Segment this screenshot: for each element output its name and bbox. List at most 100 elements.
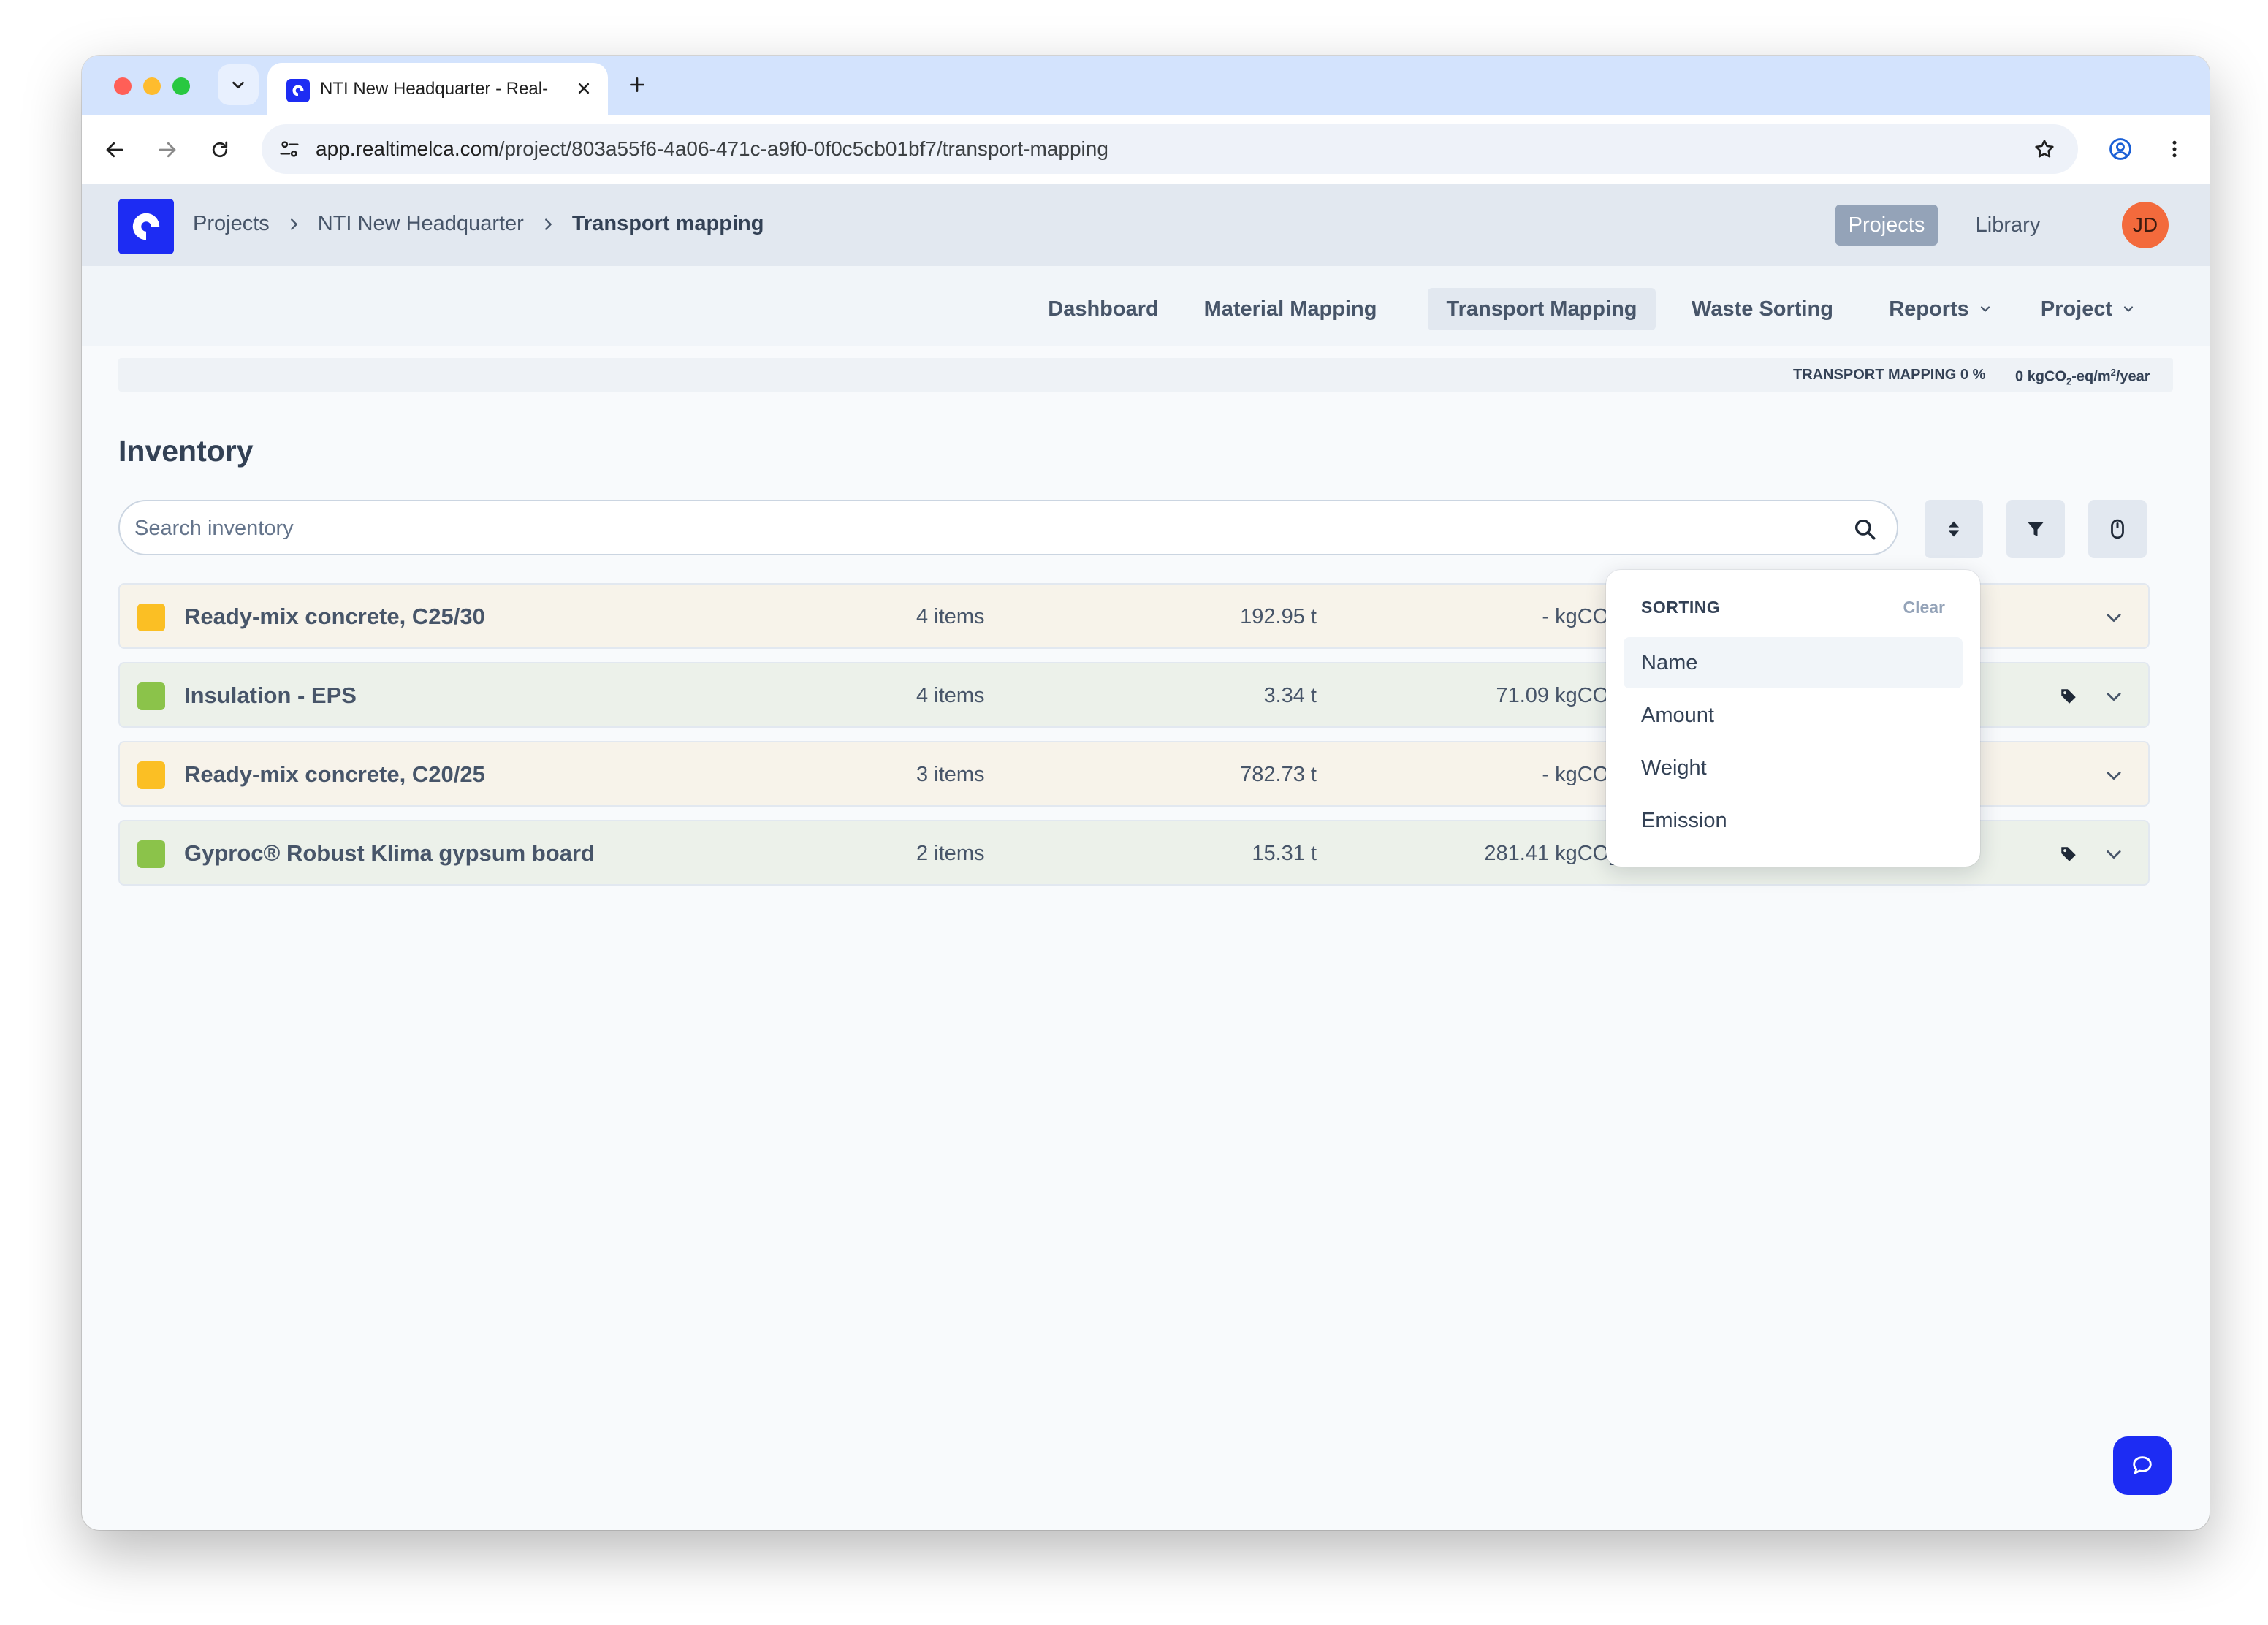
reload-icon <box>212 141 228 158</box>
row-emission-value: 71.09 kgCO <box>1496 684 1610 707</box>
account-icon <box>2109 138 2131 160</box>
chevron-right-icon <box>286 216 302 232</box>
sort-icon <box>1949 521 1959 537</box>
bookmark-button[interactable] <box>2030 134 2059 164</box>
browser-menu-button[interactable] <box>2158 133 2191 165</box>
clear-sorting-button[interactable]: Clear <box>1903 598 1945 617</box>
maximize-window-button[interactable] <box>172 77 190 95</box>
filter-button[interactable] <box>2006 500 2065 558</box>
row-name: Ready-mix concrete, C20/25 <box>184 761 485 787</box>
close-icon <box>578 83 590 94</box>
close-window-button[interactable] <box>114 77 132 95</box>
row-emission-value: - kgCO <box>1542 605 1610 628</box>
expand-button[interactable] <box>2101 763 2126 788</box>
new-tab-button[interactable] <box>623 70 652 99</box>
sort-option-emission[interactable]: Emission <box>1624 795 1963 846</box>
app-header: Projects NTI New Headquarter Transport m… <box>82 184 2210 266</box>
site-info-button[interactable] <box>276 136 302 162</box>
row-emission: - kgCO2 <box>1542 605 1615 631</box>
tab-material-mapping[interactable]: Material Mapping <box>1200 288 1381 330</box>
tab-transport-mapping-label: Transport Mapping <box>1446 297 1637 321</box>
transport-mapping-progress: TRANSPORT MAPPING 0 % <box>1793 367 1986 383</box>
tag-icon[interactable] <box>2058 843 2079 865</box>
emission-intensity: 0 kgCO2-eq/m2/year <box>2015 367 2150 387</box>
mouse-mode-button[interactable] <box>2088 500 2147 558</box>
status-swatch <box>137 682 165 710</box>
favicon-icon <box>286 79 310 102</box>
breadcrumb-project[interactable]: NTI New Headquarter <box>318 212 524 236</box>
project-nav: Dashboard Material Mapping Transport Map… <box>82 266 2210 346</box>
sorting-title: SORTING <box>1641 598 1721 617</box>
tab-strip: NTI New Headquarter - Real- <box>82 56 2210 115</box>
sort-option-weight[interactable]: Weight <box>1624 742 1963 794</box>
row-count: 2 items <box>916 842 985 865</box>
tab-search-button[interactable] <box>218 64 259 105</box>
chat-icon <box>2133 1456 2152 1474</box>
library-button[interactable]: Library <box>1957 205 2059 246</box>
unit-superscript: 2 <box>2110 367 2116 378</box>
tab-dashboard[interactable]: Dashboard <box>1039 288 1168 330</box>
tab-material-mapping-label: Material Mapping <box>1203 297 1377 321</box>
row-weight: 3.34 t <box>1263 684 1317 707</box>
arrow-right-icon <box>159 142 176 158</box>
avatar[interactable]: JD <box>2122 202 2169 248</box>
app-logo[interactable] <box>118 199 174 254</box>
tab-close-button[interactable] <box>573 77 595 99</box>
url-host: app.realtimelca.com <box>316 137 499 160</box>
emission-intensity-unit: kgCO <box>2027 368 2067 385</box>
breadcrumb-projects[interactable]: Projects <box>193 212 270 236</box>
row-emission: 71.09 kgCO2 <box>1496 684 1615 709</box>
row-weight: 782.73 t <box>1240 763 1317 786</box>
address-bar[interactable]: app.realtimelca.com/project/803a55f6-4a0… <box>262 124 2078 174</box>
search-input[interactable] <box>133 511 1816 545</box>
row-count: 4 items <box>916 605 985 628</box>
sorting-dropdown: SORTING Clear Name Amount Weight Emissio… <box>1606 570 1980 867</box>
chevron-right-icon <box>540 216 556 232</box>
tab-project[interactable]: Project <box>2030 288 2147 330</box>
expand-button[interactable] <box>2101 684 2126 709</box>
row-name: Gyproc® Robust Klima gypsum board <box>184 840 595 866</box>
chevron-down-icon <box>2121 302 2136 316</box>
tune-icon <box>280 141 299 157</box>
expand-button[interactable] <box>2101 842 2126 867</box>
minimize-window-button[interactable] <box>143 77 161 95</box>
row-emission: - kgCO2 <box>1542 763 1615 788</box>
progress-strip: TRANSPORT MAPPING 0 % 0 kgCO2-eq/m2/year <box>118 358 2173 392</box>
more-vertical-icon <box>2172 140 2177 158</box>
star-icon <box>2035 140 2054 158</box>
browser-tab-active[interactable]: NTI New Headquarter - Real- <box>267 63 608 115</box>
chevron-down-icon <box>232 81 244 89</box>
url-text: app.realtimelca.com/project/803a55f6-4a0… <box>316 137 1108 161</box>
tab-waste-sorting[interactable]: Waste Sorting <box>1678 288 1847 330</box>
page-title: Inventory <box>118 434 254 468</box>
search-icon[interactable] <box>1850 514 1879 544</box>
status-swatch <box>137 840 165 868</box>
tag-icon[interactable] <box>2058 685 2079 707</box>
row-weight: 15.31 t <box>1252 842 1317 865</box>
emission-intensity-value: 0 <box>2015 368 2024 385</box>
profile-button[interactable] <box>2104 133 2136 165</box>
sort-option-name[interactable]: Name <box>1624 637 1963 688</box>
tab-reports[interactable]: Reports <box>1876 288 2005 330</box>
row-emission: 281.41 kgCO2 <box>1484 842 1615 867</box>
tab-transport-mapping[interactable]: Transport Mapping <box>1428 288 1656 330</box>
chevron-down-icon <box>2107 772 2121 780</box>
chat-button[interactable] <box>2113 1436 2172 1495</box>
breadcrumb-current: Transport mapping <box>571 212 764 235</box>
row-count: 3 items <box>916 763 985 786</box>
reload-button[interactable] <box>205 134 235 165</box>
row-name: Insulation - EPS <box>184 682 357 708</box>
sort-option-amount[interactable]: Amount <box>1624 690 1963 741</box>
tab-project-label: Project <box>2040 297 2113 321</box>
projects-button[interactable]: Projects <box>1835 205 1938 246</box>
url-path: /project/803a55f6-4a06-471c-a9f0-0f0c5cb… <box>498 137 1108 160</box>
unit-part: /year <box>2115 368 2150 385</box>
row-name: Ready-mix concrete, C25/30 <box>184 604 485 629</box>
filter-icon <box>2027 522 2044 536</box>
tab-reports-label: Reports <box>1889 297 1969 321</box>
search-box <box>118 500 1898 555</box>
sort-button[interactable] <box>1925 500 1983 558</box>
forward-button[interactable] <box>152 134 183 165</box>
expand-button[interactable] <box>2101 605 2126 630</box>
back-button[interactable] <box>99 134 130 165</box>
